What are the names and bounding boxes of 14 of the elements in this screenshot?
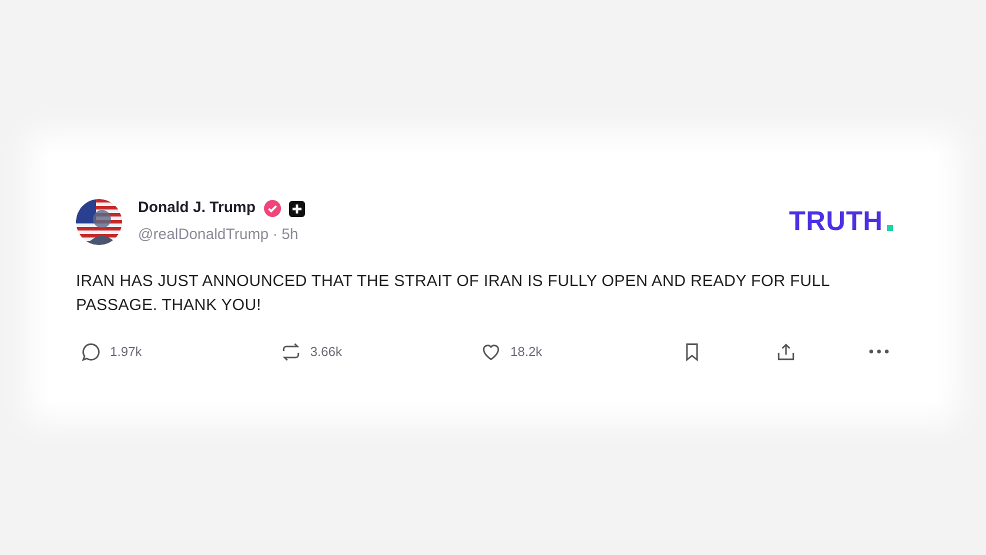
logo-text: TRUTH [789, 208, 883, 236]
reply-button[interactable]: 1.97k [80, 340, 210, 363]
avatar[interactable] [76, 198, 122, 245]
post-text: IRAN HAS JUST ANNOUNCED THAT THE STRAIT OF IRAN IS FULLY OPEN AND READY FOR FULL PASSAGE. THANK YOU! [76, 272, 830, 316]
separator: · [272, 224, 278, 245]
repost-button[interactable]: 3.66k [280, 340, 410, 363]
post-time: 5h [282, 224, 298, 245]
comment-icon [80, 340, 102, 363]
author-name[interactable]: Donald J. Trump [138, 197, 256, 220]
user-handle[interactable]: @realDonaldTrump [138, 224, 269, 246]
plus-badge-icon [288, 200, 305, 217]
like-button[interactable]: 18.2k [480, 340, 610, 363]
repost-icon [280, 340, 302, 363]
more-icon [868, 349, 889, 354]
